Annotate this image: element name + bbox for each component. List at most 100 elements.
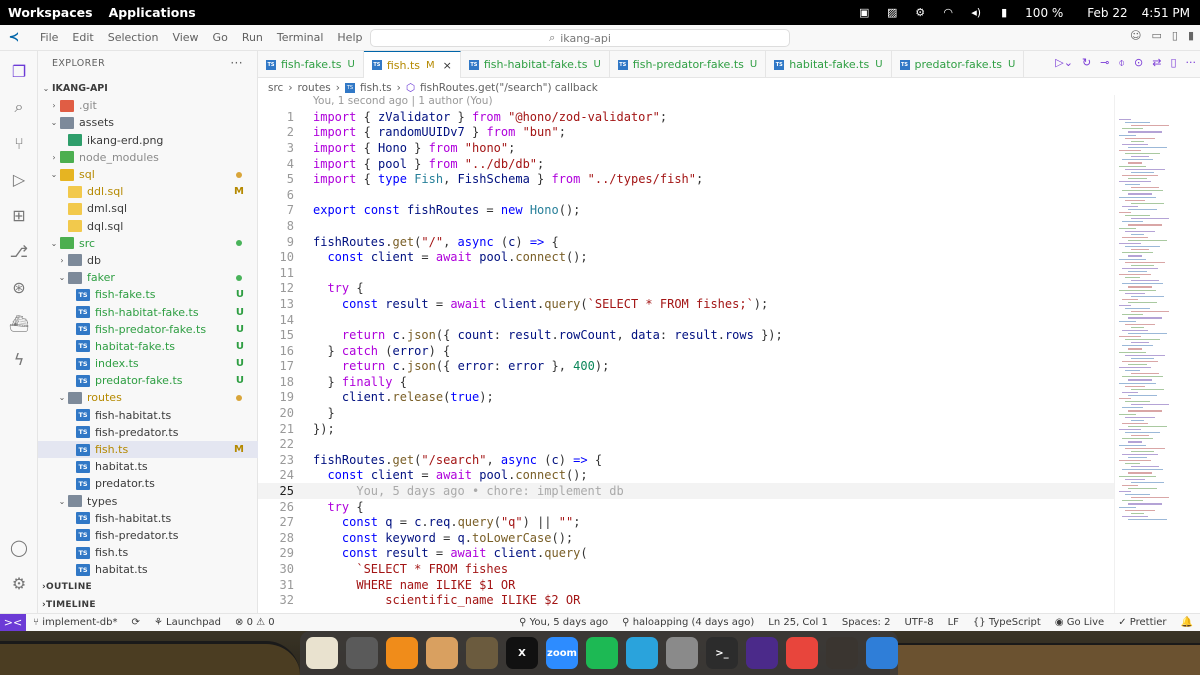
git-graph-icon[interactable]: ⎇ — [7, 239, 31, 263]
settings-app-icon[interactable] — [346, 637, 378, 669]
tree-item[interactable]: TS fish.ts — [38, 544, 258, 561]
explorer-icon[interactable]: ❐ — [7, 59, 31, 83]
battery-icon[interactable]: ▮ — [997, 6, 1011, 19]
tab-fish-ts[interactable]: TS fish.ts M × — [363, 51, 461, 78]
x-icon[interactable]: X — [506, 637, 538, 669]
notifications-icon[interactable]: 🔔 — [1174, 617, 1200, 628]
code-line[interactable]: 22 — [258, 436, 1114, 452]
code-line[interactable]: 15 return c.json({ count: result.rowCoun… — [258, 327, 1114, 343]
run-debug-icon[interactable]: ▷ — [7, 167, 31, 191]
tree-item[interactable]: TS fish-habitat.ts — [38, 407, 258, 424]
tree-item[interactable]: › node_modules — [38, 149, 258, 166]
code-line[interactable]: 12 try { — [258, 281, 1114, 297]
tree-item[interactable]: TS index.ts U — [38, 355, 258, 372]
code-line[interactable]: 8 — [258, 218, 1114, 234]
workspace-root[interactable]: ⌄ IKANG-API — [38, 80, 258, 97]
code-line[interactable]: 31 WHERE name ILIKE $1 OR — [258, 577, 1114, 593]
code-line[interactable]: 11 — [258, 265, 1114, 281]
indentation[interactable]: Spaces: 2 — [835, 617, 898, 628]
git-commit-icon[interactable]: ⊸ — [1100, 56, 1109, 70]
code-line[interactable]: 17 return c.json({ error: error }, 400); — [258, 359, 1114, 375]
more-actions-icon[interactable]: ··· — [1186, 56, 1197, 70]
code-line[interactable]: 13 const result = await client.query(`SE… — [258, 296, 1114, 312]
code-line[interactable]: 9 fishRoutes.get("/", async (c) => { — [258, 234, 1114, 250]
time-label[interactable]: 4:51 PM — [1142, 6, 1190, 20]
branch-item[interactable]: ⑂ implement-db* — [26, 617, 124, 628]
tree-item[interactable]: › db — [38, 252, 258, 269]
applications-menu[interactable]: Applications — [109, 5, 196, 20]
sidebar-toggle-icon[interactable]: ▮ — [1188, 29, 1194, 42]
breadcrumb-routes[interactable]: routes — [298, 82, 331, 94]
menu-run[interactable]: Run — [235, 31, 270, 44]
account-icon[interactable]: ◯ — [7, 535, 31, 559]
thunder-icon[interactable]: ϟ — [7, 347, 31, 371]
files-icon[interactable] — [666, 637, 698, 669]
code-line[interactable]: 27 const q = c.req.query("q") || ""; — [258, 514, 1114, 530]
tab-habitat-fake-ts[interactable]: TS habitat-fake.ts U — [766, 51, 892, 78]
tab-predator-fake-ts[interactable]: TS predator-fake.ts U — [892, 51, 1025, 78]
split-editor-icon[interactable]: ▯ — [1170, 56, 1176, 70]
blame-item[interactable]: ⚲ You, 5 days ago — [512, 617, 615, 628]
code-line[interactable]: 16 } catch (error) { — [258, 343, 1114, 359]
menu-terminal[interactable]: Terminal — [270, 31, 331, 44]
tree-item[interactable]: TS habitat.ts — [38, 458, 258, 475]
launchpad-item[interactable]: ⚘ Launchpad — [147, 617, 228, 628]
tree-item[interactable]: TS habitat-fake.ts U — [38, 338, 258, 355]
remote-icon[interactable]: ⊛ — [7, 275, 31, 299]
code-line[interactable]: 2 import { randomUUIDv7 } from "bun"; — [258, 125, 1114, 141]
tree-item[interactable]: ⌄ routes — [38, 389, 258, 406]
minimap[interactable] — [1114, 95, 1200, 613]
code-line[interactable]: 21}); — [258, 421, 1114, 437]
tree-item[interactable]: ddl.sql M — [38, 183, 258, 200]
copilot-icon[interactable]: ☺ — [1130, 29, 1141, 42]
outline-section[interactable]: › OUTLINE — [38, 578, 258, 596]
gear-icon[interactable]: ⚙ — [913, 6, 927, 19]
code-line[interactable]: 7 export const fishRoutes = new Hono(); — [258, 203, 1114, 219]
chrome-icon[interactable] — [786, 637, 818, 669]
search-icon[interactable]: ⌕ — [7, 95, 31, 119]
tree-item[interactable]: ⌄ sql — [38, 166, 258, 183]
code-editor[interactable]: You, 1 second ago | 1 author (You) 1 impo… — [258, 95, 1114, 613]
code-line[interactable]: 19 client.release(true); — [258, 390, 1114, 406]
sync-icon[interactable]: ⟳ — [124, 617, 146, 628]
command-center-search[interactable]: ⌕ ikang-api — [370, 29, 790, 47]
gimp-icon[interactable] — [466, 637, 498, 669]
code-line[interactable]: 1 import { zValidator } from "@hono/zod-v… — [258, 109, 1114, 125]
tree-item[interactable]: TS fish.ts M — [38, 440, 258, 459]
tree-item[interactable]: TS fish-predator-fake.ts U — [38, 321, 258, 338]
gnome-icon[interactable] — [826, 637, 858, 669]
tree-item[interactable]: ⌄ src — [38, 235, 258, 252]
code-line[interactable]: 28 const keyword = q.toLowerCase(); — [258, 530, 1114, 546]
code-line[interactable]: 10 const client = await pool.connect(); — [258, 249, 1114, 265]
tab-fish-habitat-fake-ts[interactable]: TS fish-habitat-fake.ts U — [461, 51, 610, 78]
code-lines[interactable]: 1 import { zValidator } from "@hono/zod-v… — [258, 109, 1114, 608]
tree-item[interactable]: TS fish-habitat.ts — [38, 510, 258, 527]
tree-item[interactable]: › .git — [38, 97, 258, 114]
encoding[interactable]: UTF-8 — [897, 617, 940, 628]
text-editor-icon[interactable] — [306, 637, 338, 669]
tree-item[interactable]: ⌄ types — [38, 493, 258, 510]
tree-item[interactable]: TS fish-predator.ts — [38, 527, 258, 544]
tree-item[interactable]: TS predator-fake.ts U — [38, 372, 258, 389]
problems-item[interactable]: ⊗ 0 ⚠ 0 — [228, 617, 282, 628]
display-icon[interactable]: ▣ — [857, 6, 871, 19]
tree-item[interactable]: TS predator.ts — [38, 475, 258, 492]
terminal-icon[interactable]: >_ — [706, 637, 738, 669]
debug-icon[interactable]: ↻ — [1082, 56, 1091, 70]
run-icon[interactable]: ▷⌄ — [1055, 56, 1073, 70]
tree-item[interactable]: TS habitat.ts — [38, 561, 258, 578]
author-item[interactable]: ⚲ haloapping (4 days ago) — [615, 617, 761, 628]
extensions-icon[interactable]: ⊞ — [7, 203, 31, 227]
code-line[interactable]: 4 import { pool } from "../db/db"; — [258, 156, 1114, 172]
tree-item[interactable]: ikang-erd.png — [38, 132, 258, 149]
tab-fish-predator-fake-ts[interactable]: TS fish-predator-fake.ts U — [610, 51, 767, 78]
code-line[interactable]: 25 You, 5 days ago • chore: implement db — [258, 483, 1114, 499]
menu-help[interactable]: Help — [330, 31, 369, 44]
workspaces-menu[interactable]: Workspaces — [8, 5, 93, 20]
tab-fish-fake-ts[interactable]: TS fish-fake.ts U — [258, 51, 364, 78]
spotify-icon[interactable] — [586, 637, 618, 669]
code-line[interactable]: 14 — [258, 312, 1114, 328]
code-line[interactable]: 24 const client = await pool.connect(); — [258, 468, 1114, 484]
prettier-item[interactable]: ✓ Prettier — [1111, 617, 1173, 628]
code-line[interactable]: 30 `SELECT * FROM fishes — [258, 561, 1114, 577]
